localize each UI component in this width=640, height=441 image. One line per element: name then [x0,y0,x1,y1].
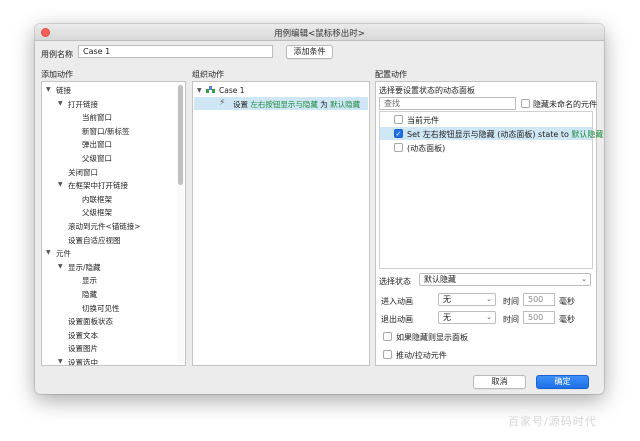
action-prefix: 设置 [233,100,248,109]
case-label[interactable]: Case 1 [219,86,245,95]
cancel-button[interactable]: 取消 [473,375,526,389]
tree-item[interactable]: 设置面板状态 [68,316,113,327]
tree-item[interactable]: 设置图片 [68,343,98,354]
tree-expand-arrow[interactable]: ▼ [58,100,63,107]
enter-time-label: 时间 [503,297,519,306]
tree-item[interactable]: 显示 [82,275,97,286]
add-action-tree: ▼ 链接 ▼ 打开链接当前窗口新窗口/新标签 弹出窗口父级窗口关闭窗口 ▼ 在框架中打开链接… [41,81,186,366]
tree-expand-arrow[interactable]: ▼ [46,249,51,256]
window-title: 用例编辑<鼠标移出时> [274,29,365,39]
add-action-heading: 添加动作 [41,70,73,79]
panel-select-heading: 选择要设置状态的动态面板 [379,86,475,95]
tree-item[interactable]: 切换可见性 [82,303,120,314]
tree-item[interactable]: 滚动到元件<锚链接> [68,221,141,232]
current-widget-label: 当前元件 [407,116,439,125]
case-expand-arrow[interactable]: ▼ [197,87,202,94]
case-name-input[interactable]: Case 1 [78,45,273,58]
tree-item[interactable]: 父级窗口 [82,153,112,164]
ok-button[interactable]: 确定 [536,375,589,389]
hide-unnamed-checkbox[interactable] [521,99,530,108]
chevron-down-icon: ⌄ [581,275,587,283]
tree-item[interactable]: 弹出窗口 [82,139,112,150]
state-select[interactable]: 默认隐藏 ⌄ [419,273,591,286]
tree-item[interactable]: 隐藏 [82,289,97,300]
select-state-label: 选择状态 [379,277,411,286]
title-bar: 用例编辑<鼠标移出时> [35,24,604,41]
tree-item[interactable]: 父级框架 [82,207,112,218]
widget-list: 当前元件 ✓ Set 左右按钮显示与隐藏 (动态面板) state to 默认隐… [379,111,603,269]
set-state: 默认隐藏 [571,130,604,139]
push-pull-label: 推动/拉动元件 [396,351,447,360]
tree-item[interactable]: 设置自适应视图 [68,235,121,246]
action-summary[interactable]: 设置 左右按钮显示与隐藏 为 默认隐藏 [233,99,360,110]
set-target: 左右按钮显示与隐藏 (动态面板) [422,130,536,139]
organize-action-heading: 组织动作 [192,70,224,79]
tree-item[interactable]: 链接 [56,85,71,96]
show-if-hidden-label: 如果隐藏则显示面板 [396,333,468,342]
tree-item[interactable]: 显示/隐藏 [68,262,101,273]
exit-time-unit: 毫秒 [559,315,575,324]
chevron-down-icon: ⌄ [486,313,492,321]
case-icon [206,85,215,94]
tree-expand-arrow[interactable]: ▼ [46,86,51,93]
dynamic-panel-label: (动态面板) [407,144,446,153]
set-prefix: Set [407,130,421,139]
action-target: 左右按钮显示与隐藏 [250,100,318,109]
tree-expand-arrow[interactable]: ▼ [58,358,63,365]
tree-scroll-thumb[interactable] [178,85,183,185]
case-name-label: 用例名称 [41,50,73,59]
configure-action-panel: 选择要设置状态的动态面板 查找 隐藏未命名的元件 当前元件 ✓ Set 左右按钮… [375,81,603,366]
tree-expand-arrow[interactable]: ▼ [58,181,63,188]
enter-animation-label: 进入动画 [381,297,413,306]
push-pull-checkbox[interactable] [383,350,392,359]
hide-unnamed-label: 隐藏未命名的元件 [533,100,597,109]
exit-time-label: 时间 [503,315,519,324]
tree-item[interactable]: 当前窗口 [82,112,112,123]
set-mid: state to [538,130,569,139]
tree-item[interactable]: 打开链接 [68,99,98,110]
add-condition-button[interactable]: 添加条件 [286,45,333,59]
current-widget-checkbox[interactable] [394,115,403,124]
exit-animation-value: 无 [443,313,451,322]
search-input[interactable]: 查找 [379,97,516,110]
lightning-icon: ⚡ [219,98,226,108]
tree-item[interactable]: 内联框架 [82,194,112,205]
panel-checkbox-checked[interactable]: ✓ [394,129,403,138]
show-if-hidden-checkbox[interactable] [383,332,392,341]
watermark: 百家号/源码时代 [508,415,597,428]
tree-item[interactable]: 设置选中 [68,357,98,365]
configure-action-heading: 配置动作 [375,70,407,79]
action-state: 默认隐藏 [330,100,361,109]
exit-time-input[interactable]: 500 [523,311,555,324]
state-select-value: 默认隐藏 [424,275,456,284]
tree-item[interactable]: 元件 [56,248,71,259]
tree-item[interactable]: 关闭窗口 [68,167,98,178]
enter-animation-value: 无 [443,295,451,304]
enter-animation-select[interactable]: 无 ⌄ [438,293,496,306]
action-mid: 为 [320,100,328,109]
enter-time-input[interactable]: 500 [523,293,555,306]
dynamic-panel-checkbox[interactable] [394,143,403,152]
organize-action-panel: ▼ Case 1 ⚡ 设置 左右按钮显示与隐藏 为 默认隐藏 [192,81,370,366]
exit-animation-select[interactable]: 无 ⌄ [438,311,496,324]
panel-set-label: Set 左右按钮显示与隐藏 (动态面板) state to 默认隐藏 [407,129,603,140]
case-editor-dialog: 用例编辑<鼠标移出时> 用例名称 Case 1 添加条件 添加动作 组织动作 配… [35,24,604,394]
tree-item[interactable]: 在框架中打开链接 [68,180,128,191]
exit-animation-label: 退出动画 [381,315,413,324]
tree-item[interactable]: 设置文本 [68,330,98,341]
tree-expand-arrow[interactable]: ▼ [58,263,63,270]
tree-item[interactable]: 新窗口/新标签 [82,126,130,137]
chevron-down-icon: ⌄ [486,295,492,303]
enter-time-unit: 毫秒 [559,297,575,306]
